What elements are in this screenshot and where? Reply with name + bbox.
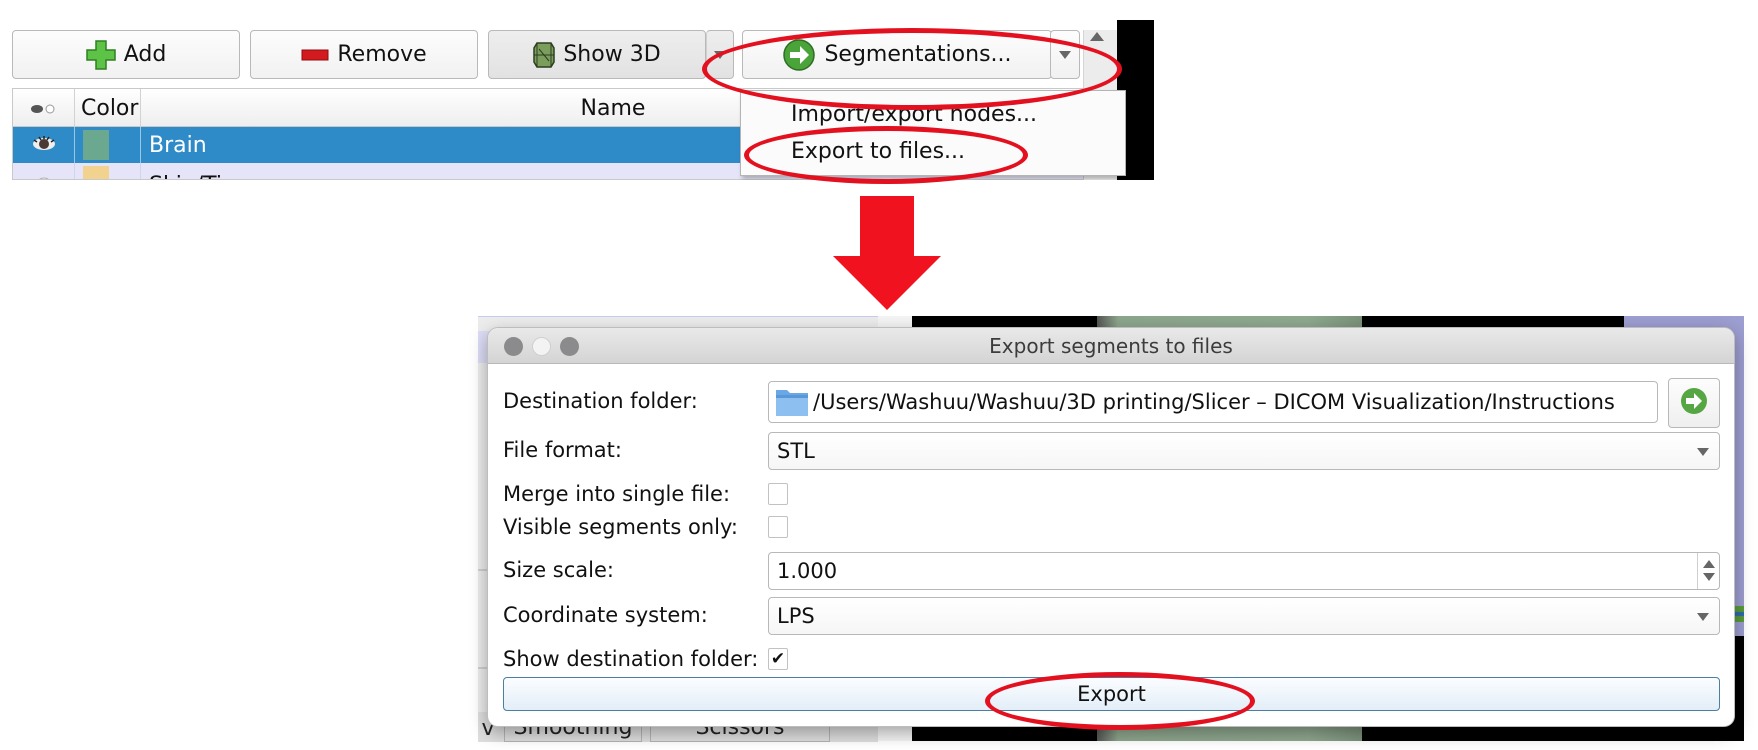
file-format-select[interactable]: STL: [768, 432, 1720, 470]
segmentations-button[interactable]: Segmentations...: [742, 30, 1052, 79]
menu-item-import-export-nodes[interactable]: Import/export nodes...: [741, 91, 1125, 131]
eye-icon: [30, 96, 58, 121]
color-swatch[interactable]: [83, 130, 109, 160]
menu-item-export-to-files[interactable]: Export to files...: [741, 131, 1125, 171]
color-cell[interactable]: [75, 163, 141, 179]
segment-name[interactable]: Brain: [141, 127, 741, 163]
color-cell[interactable]: [75, 127, 141, 163]
add-segment-button[interactable]: Add: [12, 30, 240, 79]
minus-icon: [301, 49, 329, 61]
segmentations-dropdown-button[interactable]: [1050, 30, 1080, 79]
dialog-title: Export segments to files: [989, 334, 1233, 358]
visible-segments-only-checkbox[interactable]: [768, 516, 788, 538]
coordinate-system-select[interactable]: LPS: [768, 597, 1720, 635]
segment-name[interactable]: Skin/Tissue: [141, 163, 741, 179]
coordinate-system-value: LPS: [777, 604, 815, 628]
dialog-titlebar[interactable]: Export segments to files: [488, 328, 1734, 364]
segments-panel: Add Remove Show 3D Segmentations... Colo…: [0, 20, 1154, 180]
destination-folder-button[interactable]: /Users/Washuu/Washuu/3D printing/Slicer …: [768, 381, 1658, 423]
show-destination-folder-checkbox[interactable]: ✔: [768, 648, 788, 670]
spin-down-icon[interactable]: [1703, 573, 1715, 581]
merge-single-file-label: Merge into single file:: [503, 482, 731, 506]
color-column-header[interactable]: Color: [75, 89, 141, 127]
green-arrow-icon: [782, 38, 816, 72]
visibility-toggle[interactable]: [13, 163, 75, 179]
coordinate-system-label: Coordinate system:: [503, 603, 708, 627]
file-format-value: STL: [777, 439, 815, 463]
export-button[interactable]: Export: [503, 677, 1720, 711]
size-scale-value: 1.000: [777, 559, 838, 583]
show-3d-dropdown-button[interactable]: [706, 30, 734, 79]
show-destination-folder-label: Show destination folder:: [503, 647, 759, 671]
red-down-arrow-icon: [833, 196, 941, 314]
visibility-column-header[interactable]: [13, 89, 75, 127]
file-format-label: File format:: [503, 438, 622, 462]
segmentations-label: Segmentations...: [824, 42, 1012, 67]
chevron-down-icon: [714, 50, 726, 59]
visibility-toggle[interactable]: [13, 127, 75, 163]
show-3d-label: Show 3D: [563, 42, 661, 67]
chevron-down-icon: [1697, 613, 1709, 621]
plus-icon: [85, 39, 116, 70]
color-swatch[interactable]: [83, 166, 109, 179]
remove-label: Remove: [337, 42, 427, 67]
spin-buttons[interactable]: [1697, 553, 1719, 589]
size-scale-spinbox[interactable]: 1.000: [768, 552, 1720, 590]
visible-segments-only-label: Visible segments only:: [503, 515, 738, 539]
eye-closed-icon: [33, 170, 55, 179]
remove-segment-button[interactable]: Remove: [250, 30, 478, 79]
add-label: Add: [123, 42, 167, 67]
chevron-down-icon: [1059, 50, 1071, 59]
show-3d-button[interactable]: Show 3D: [488, 30, 706, 79]
export-segments-dialog: Export segments to files Destination fol…: [488, 328, 1734, 726]
checkmark-icon: ✔: [770, 648, 786, 669]
cube-3d-icon: [533, 41, 556, 69]
open-destination-folder-button[interactable]: [1668, 378, 1720, 428]
size-scale-label: Size scale:: [503, 558, 614, 582]
scroll-up-arrow-icon[interactable]: [1090, 32, 1104, 41]
segmentations-menu: Import/export nodes... Export to files..…: [740, 90, 1126, 176]
destination-folder-label: Destination folder:: [503, 389, 698, 413]
green-arrow-icon: [1680, 387, 1708, 419]
chevron-down-icon: [1697, 448, 1709, 456]
merge-single-file-checkbox[interactable]: [768, 483, 788, 505]
eye-icon: [32, 134, 56, 156]
destination-folder-path: /Users/Washuu/Washuu/3D printing/Slicer …: [813, 390, 1615, 414]
folder-icon: [775, 387, 809, 417]
spin-up-icon[interactable]: [1703, 560, 1715, 568]
